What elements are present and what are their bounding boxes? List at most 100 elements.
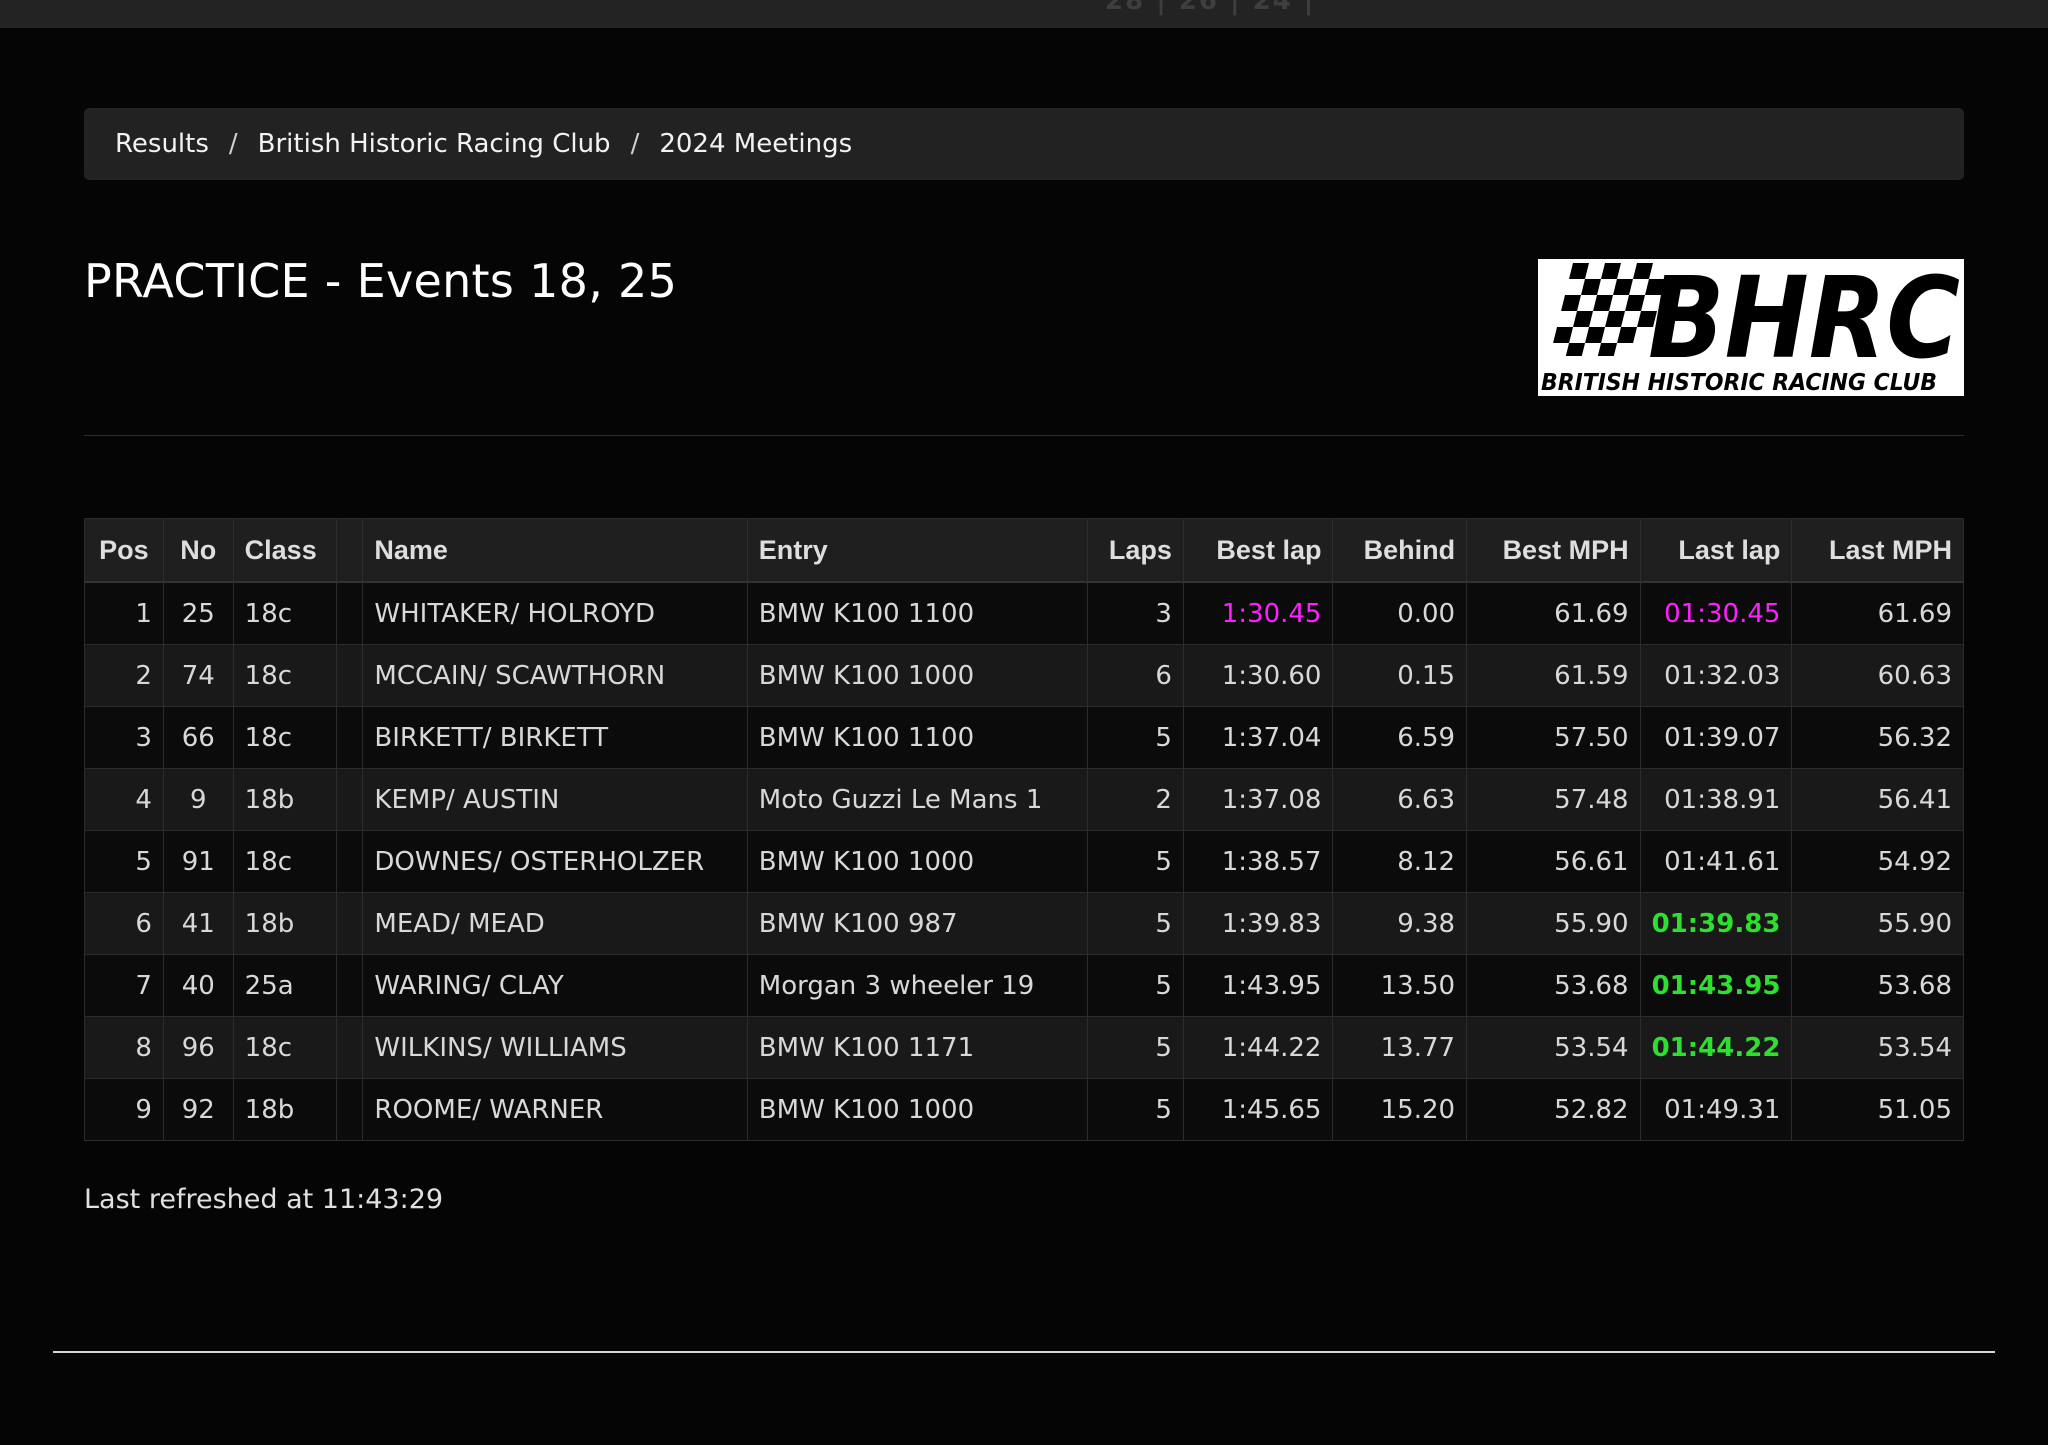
- cell-no: 25: [162, 581, 234, 645]
- table-row[interactable]: 5 91 18c DOWNES/ OSTERHOLZER BMW K100 1000 5 1…: [84, 830, 1964, 893]
- cell-laps: 5: [1087, 1016, 1184, 1079]
- cell-no: 40: [162, 954, 234, 1017]
- cell-name: MEAD/ MEAD: [362, 892, 748, 955]
- divider: [84, 435, 1964, 436]
- cell-entry: BMW K100 1000: [746, 830, 1089, 893]
- cell-laps: 5: [1087, 1078, 1184, 1141]
- col-entry-header[interactable]: Entry: [746, 518, 1089, 583]
- cell-entry: BMW K100 987: [746, 892, 1089, 955]
- col-best-mph-header[interactable]: Best MPH: [1466, 518, 1641, 583]
- cell-class: 18b: [232, 1078, 338, 1141]
- breadcrumb-results[interactable]: Results: [115, 129, 209, 159]
- col-laps-header[interactable]: Laps: [1087, 518, 1184, 583]
- cell-last-mph: 60.63: [1791, 644, 1964, 707]
- table-row[interactable]: 8 96 18c WILKINS/ WILLIAMS BMW K100 1171 5 1:4…: [84, 1016, 1964, 1079]
- cell-entry: Morgan 3 wheeler 19: [746, 954, 1089, 1017]
- cell-last-mph: 53.54: [1791, 1016, 1964, 1079]
- bhrc-logo-graphic: BHRC BRITISH HISTORIC RACING CLUB: [1541, 254, 1960, 396]
- cell-last-lap: 01:41.61: [1639, 830, 1793, 893]
- cell-blank: [336, 830, 364, 893]
- col-best-lap-header[interactable]: Best lap: [1182, 518, 1334, 583]
- col-pos-header[interactable]: Pos: [84, 518, 164, 583]
- logo-sub-text: BRITISH HISTORIC RACING CLUB: [1541, 370, 1937, 396]
- table-row[interactable]: 7 40 25a WARING/ CLAY Morgan 3 wheeler 19 5 1:…: [84, 954, 1964, 1017]
- cell-behind: 13.77: [1332, 1016, 1468, 1079]
- cell-no: 74: [162, 644, 234, 707]
- cell-best-mph: 52.82: [1466, 1078, 1641, 1141]
- cell-best-lap: 1:30.60: [1182, 644, 1334, 707]
- cell-behind: 8.12: [1332, 830, 1468, 893]
- cell-last-mph: 56.41: [1791, 768, 1964, 831]
- cell-laps: 5: [1087, 954, 1184, 1017]
- table-row[interactable]: 2 74 18c MCCAIN/ SCAWTHORN BMW K100 1000 6 1:3…: [84, 644, 1964, 707]
- table-body: 1 25 18c WHITAKER/ HOLROYD BMW K100 1100 3 1:3…: [84, 581, 1964, 1141]
- cell-best-mph: 61.69: [1466, 581, 1641, 645]
- cell-last-mph: 56.32: [1791, 706, 1964, 769]
- cell-blank: [336, 892, 364, 955]
- breadcrumb: Results / British Historic Racing Club /…: [84, 108, 1964, 180]
- cell-behind: 0.15: [1332, 644, 1468, 707]
- breadcrumb-current: 2024 Meetings: [659, 129, 853, 159]
- cell-class: 18b: [232, 892, 338, 955]
- cell-best-mph: 57.48: [1466, 768, 1641, 831]
- cell-behind: 6.63: [1332, 768, 1468, 831]
- cell-pos: 3: [84, 706, 164, 769]
- cell-name: WARING/ CLAY: [362, 954, 748, 1017]
- cell-pos: 8: [84, 1016, 164, 1079]
- cell-best-mph: 57.50: [1466, 706, 1641, 769]
- cell-pos: 5: [84, 830, 164, 893]
- cell-entry: BMW K100 1100: [746, 581, 1089, 645]
- cell-blank: [336, 1016, 364, 1079]
- cell-no: 41: [162, 892, 234, 955]
- col-behind-header[interactable]: Behind: [1332, 518, 1468, 583]
- table-row[interactable]: 1 25 18c WHITAKER/ HOLROYD BMW K100 1100 3 1:3…: [84, 581, 1964, 645]
- cell-laps: 6: [1087, 644, 1184, 707]
- top-bar-decoration: 28 | 26 | 24 |: [1105, 0, 1316, 16]
- table-header: Pos No Class Name Entry Laps Best lap Be…: [84, 518, 1964, 583]
- cell-no: 91: [162, 830, 234, 893]
- col-name-header[interactable]: Name: [362, 518, 748, 583]
- cell-class: 18c: [232, 581, 338, 645]
- cell-best-lap: 1:38.57: [1182, 830, 1334, 893]
- table-row[interactable]: 4 9 18b KEMP/ AUSTIN Moto Guzzi Le Mans 1 2 1:…: [84, 768, 1964, 831]
- cell-best-mph: 61.59: [1466, 644, 1641, 707]
- cell-pos: 4: [84, 768, 164, 831]
- cell-pos: 6: [84, 892, 164, 955]
- col-class-header[interactable]: Class: [232, 518, 338, 583]
- col-blank-header: [336, 518, 364, 583]
- cell-best-lap: 1:37.08: [1182, 768, 1334, 831]
- cell-entry: BMW K100 1000: [746, 1078, 1089, 1141]
- table-row[interactable]: 9 92 18b ROOME/ WARNER BMW K100 1000 5 1:45.65…: [84, 1078, 1964, 1141]
- cell-laps: 3: [1087, 581, 1184, 645]
- table-row[interactable]: 6 41 18b MEAD/ MEAD BMW K100 987 5 1:39.83 9.38…: [84, 892, 1964, 955]
- cell-class: 18c: [232, 706, 338, 769]
- breadcrumb-club[interactable]: British Historic Racing Club: [258, 129, 611, 159]
- cell-best-lap: 1:43.95: [1182, 954, 1334, 1017]
- page-title: PRACTICE - Events 18, 25: [84, 254, 678, 308]
- cell-name: WHITAKER/ HOLROYD: [362, 581, 748, 645]
- cell-best-lap: 1:37.04: [1182, 706, 1334, 769]
- cell-blank: [336, 768, 364, 831]
- cell-pos: 9: [84, 1078, 164, 1141]
- cell-last-lap: 01:39.83: [1639, 892, 1793, 955]
- table-row[interactable]: 3 66 18c BIRKETT/ BIRKETT BMW K100 1100 5 1:37…: [84, 706, 1964, 769]
- col-last-lap-header[interactable]: Last lap: [1639, 518, 1793, 583]
- cell-best-lap: 1:39.83: [1182, 892, 1334, 955]
- bhrc-logo: BHRC BRITISH HISTORIC RACING CLUB: [1538, 254, 1964, 396]
- col-no-header[interactable]: No: [162, 518, 234, 583]
- cell-last-mph: 54.92: [1791, 830, 1964, 893]
- cell-entry: BMW K100 1171: [746, 1016, 1089, 1079]
- col-last-mph-header[interactable]: Last MPH: [1791, 518, 1964, 583]
- cell-laps: 5: [1087, 830, 1184, 893]
- cell-last-lap: 01:49.31: [1639, 1078, 1793, 1141]
- cell-last-lap: 01:43.95: [1639, 954, 1793, 1017]
- cell-last-lap: 01:38.91: [1639, 768, 1793, 831]
- cell-pos: 2: [84, 644, 164, 707]
- cell-name: ROOME/ WARNER: [362, 1078, 748, 1141]
- cell-class: 18c: [232, 644, 338, 707]
- top-bar: 28 | 26 | 24 |: [0, 0, 2048, 28]
- cell-blank: [336, 954, 364, 1017]
- cell-laps: 2: [1087, 768, 1184, 831]
- cell-name: BIRKETT/ BIRKETT: [362, 706, 748, 769]
- breadcrumb-separator: /: [228, 129, 238, 159]
